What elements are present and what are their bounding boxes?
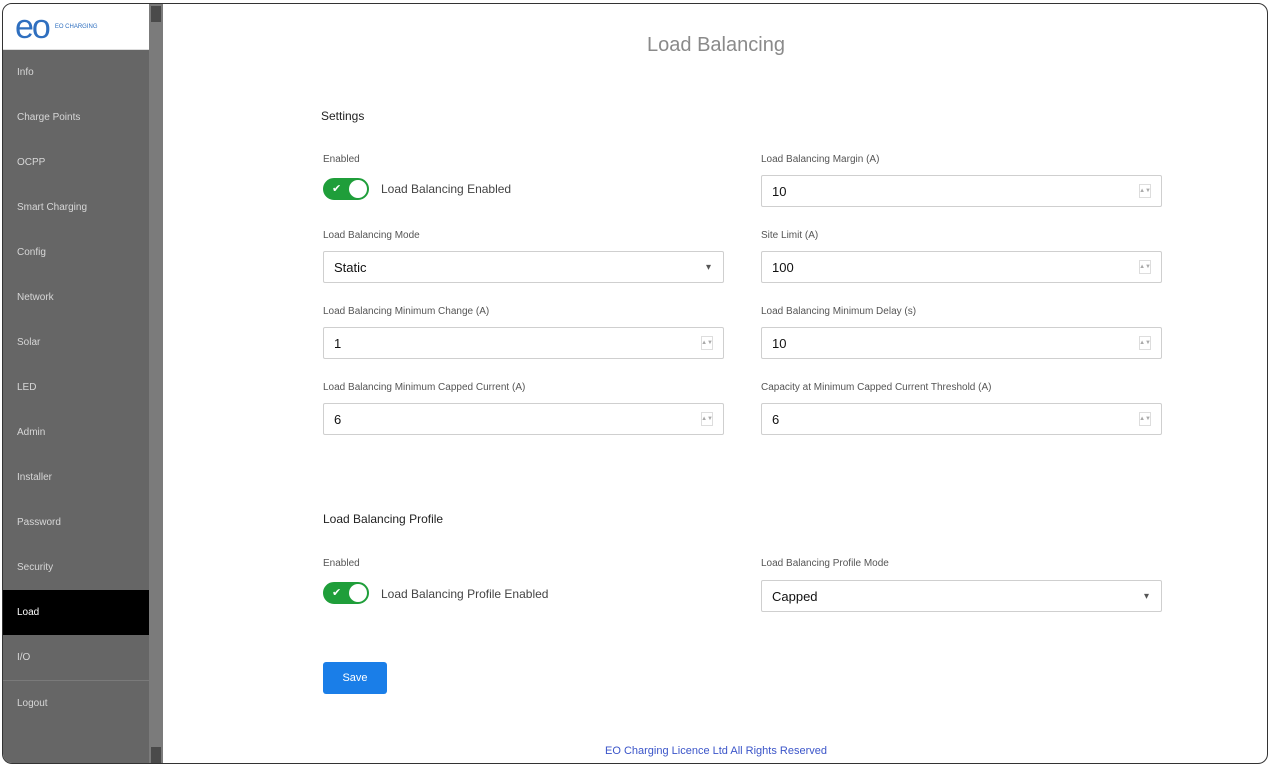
sidebar: eo EO CHARGING Info Charge Points OCPP S… — [3, 4, 149, 763]
sidebar-item-security[interactable]: Security — [3, 545, 149, 590]
mode-label: Load Balancing Mode — [323, 230, 420, 241]
margin-label: Load Balancing Margin (A) — [761, 154, 880, 165]
sidebar-item-charge-points[interactable]: Charge Points — [3, 95, 149, 140]
mode-value: Static — [334, 259, 367, 275]
sidebar-item-io[interactable]: I/O — [3, 635, 149, 680]
min-change-input[interactable]: 1 ▲▼ — [323, 327, 724, 359]
settings-section-title: Settings — [321, 109, 365, 123]
mode-select[interactable]: Static ▾ — [323, 251, 724, 283]
sidebar-item-installer[interactable]: Installer — [3, 455, 149, 500]
spinner-icon[interactable]: ▲▼ — [701, 412, 713, 426]
margin-value: 10 — [772, 183, 787, 199]
check-icon: ✔ — [332, 183, 342, 195]
check-icon: ✔ — [332, 587, 342, 599]
chevron-down-icon: ▾ — [705, 261, 711, 273]
min-delay-input[interactable]: 10 ▲▼ — [761, 327, 1162, 359]
site-limit-value: 100 — [772, 259, 794, 275]
profile-section-title: Load Balancing Profile — [323, 512, 444, 526]
sidebar-item-config[interactable]: Config — [3, 230, 149, 275]
spinner-icon[interactable]: ▲▼ — [1139, 412, 1151, 426]
margin-input[interactable]: 10 ▲▼ — [761, 175, 1162, 207]
spinner-icon[interactable]: ▲▼ — [701, 336, 713, 350]
profile-toggle-label: Load Balancing Profile Enabled — [381, 587, 549, 601]
profile-mode-value: Capped — [772, 588, 818, 604]
load-balancing-toggle[interactable]: ✔ — [323, 178, 369, 200]
sidebar-item-network[interactable]: Network — [3, 275, 149, 320]
sidebar-item-ocpp[interactable]: OCPP — [3, 140, 149, 185]
site-limit-label: Site Limit (A) — [761, 230, 819, 241]
min-current-value: 6 — [334, 411, 342, 427]
sidebar-item-solar[interactable]: Solar — [3, 320, 149, 365]
spinner-icon[interactable]: ▲▼ — [1139, 336, 1151, 350]
profile-mode-select[interactable]: Capped ▾ — [761, 580, 1162, 612]
cap-threshold-value: 6 — [772, 411, 780, 427]
sidebar-item-smart-charging[interactable]: Smart Charging — [3, 185, 149, 230]
app-window: eo EO CHARGING Info Charge Points OCPP S… — [2, 3, 1268, 764]
toggle-knob — [349, 180, 367, 198]
min-current-label: Load Balancing Minimum Capped Current (A… — [323, 382, 526, 393]
sidebar-item-load[interactable]: Load — [3, 590, 149, 635]
site-limit-input[interactable]: 100 ▲▼ — [761, 251, 1162, 283]
chevron-down-icon: ▾ — [1143, 590, 1149, 602]
page-title: Load Balancing — [647, 34, 785, 56]
cap-threshold-input[interactable]: 6 ▲▼ — [761, 403, 1162, 435]
sidebar-item-admin[interactable]: Admin — [3, 410, 149, 455]
cap-threshold-label: Capacity at Minimum Capped Current Thres… — [761, 382, 992, 393]
spinner-icon[interactable]: ▲▼ — [1139, 260, 1151, 274]
profile-toggle[interactable]: ✔ — [323, 582, 369, 604]
spinner-icon[interactable]: ▲▼ — [1139, 184, 1151, 198]
save-button[interactable]: Save — [323, 662, 387, 694]
sidebar-item-led[interactable]: LED — [3, 365, 149, 410]
sidebar-menu: Info Charge Points OCPP Smart Charging C… — [3, 50, 149, 726]
logo-mark: eo — [15, 7, 51, 46]
min-change-value: 1 — [334, 335, 342, 351]
load-balancing-toggle-label: Load Balancing Enabled — [381, 182, 512, 196]
footer-copyright[interactable]: EO Charging Licence Ltd All Rights Reser… — [163, 745, 1267, 757]
sidebar-scrollbar[interactable] — [149, 4, 163, 763]
min-delay-value: 10 — [772, 335, 787, 351]
scroll-up-arrow[interactable] — [151, 6, 161, 22]
sidebar-item-logout[interactable]: Logout — [3, 681, 149, 726]
sidebar-item-info[interactable]: Info — [3, 50, 149, 95]
toggle-knob — [349, 584, 367, 602]
logo-text: EO CHARGING — [54, 23, 98, 30]
min-delay-label: Load Balancing Minimum Delay (s) — [761, 306, 917, 317]
profile-mode-label: Load Balancing Profile Mode — [761, 558, 889, 569]
sidebar-item-password[interactable]: Password — [3, 500, 149, 545]
scroll-down-arrow[interactable] — [151, 747, 161, 763]
min-change-label: Load Balancing Minimum Change (A) — [323, 306, 490, 317]
min-current-input[interactable]: 6 ▲▼ — [323, 403, 724, 435]
profile-enabled-label: Enabled — [323, 558, 360, 569]
enabled-label: Enabled — [323, 154, 360, 165]
logo: eo EO CHARGING — [3, 4, 149, 50]
